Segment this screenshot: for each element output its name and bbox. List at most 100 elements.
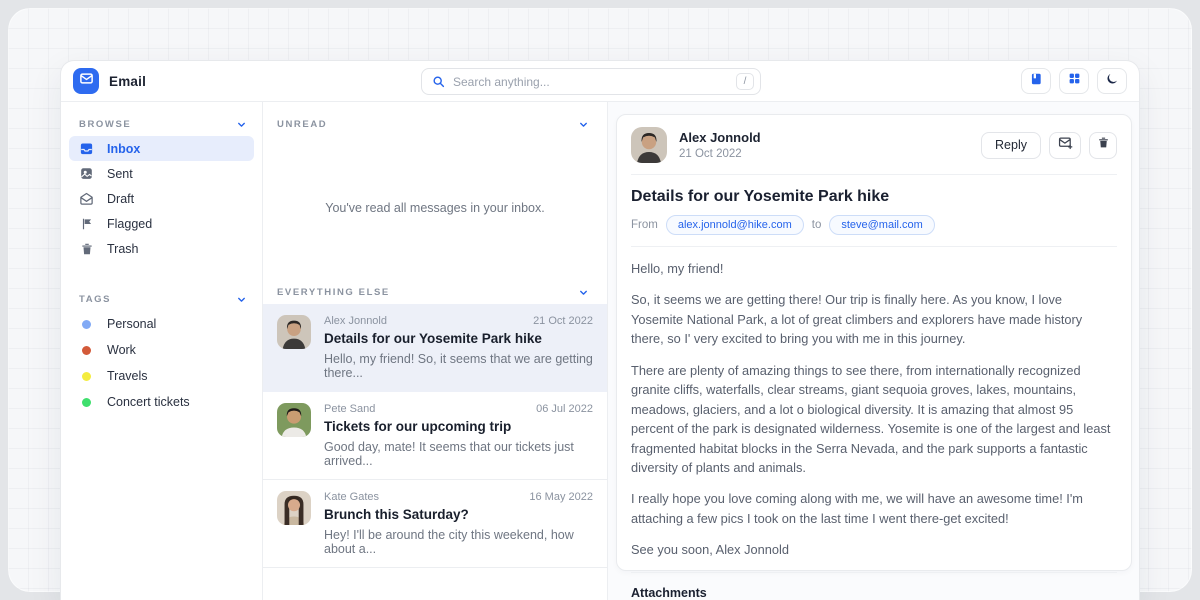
mail-subject: Tickets for our upcoming trip <box>324 419 593 434</box>
everything-else-section-header[interactable]: EVERYTHING ELSE <box>263 280 607 304</box>
from-email-chip[interactable]: alex.jonnold@hike.com <box>666 215 804 235</box>
tag-item-work[interactable]: Work <box>69 337 254 363</box>
moon-icon <box>1105 72 1119 91</box>
mail-date: 06 Jul 2022 <box>536 403 593 415</box>
chevron-down-icon[interactable] <box>236 294 247 305</box>
mail-sender: Alex Jonnold <box>324 315 387 327</box>
detail-header: Alex Jonnold 21 Oct 2022 Reply <box>631 127 1117 163</box>
email-body: Hello, my friend! So, it seems we are ge… <box>631 259 1117 560</box>
mail-list-item-alex[interactable]: Alex Jonnold 21 Oct 2022 Details for our… <box>263 304 607 392</box>
notebook-button[interactable] <box>1021 68 1051 94</box>
tags-section: TAGS Personal Work Travels <box>61 287 262 415</box>
from-to-row: From alex.jonnold@hike.com to steve@mail… <box>631 215 1117 235</box>
divider <box>631 246 1117 247</box>
sidebar-item-label: Inbox <box>107 142 140 156</box>
trash-icon <box>79 241 94 256</box>
trash-icon <box>1097 136 1110 154</box>
chevron-down-icon[interactable] <box>236 119 247 130</box>
app-header: Email / <box>61 61 1139 102</box>
sidebar-item-label: Flagged <box>107 217 152 231</box>
body-paragraph: See you soon, Alex Jonnold <box>631 540 1117 559</box>
envelope-plus-icon <box>1058 135 1073 155</box>
app-title: Email <box>109 74 146 89</box>
unread-empty-message: You've read all messages in your inbox. <box>325 201 544 215</box>
browse-label: BROWSE <box>79 119 131 130</box>
tag-dot-yellow <box>82 372 91 381</box>
flag-icon <box>79 216 94 231</box>
dark-mode-button[interactable] <box>1097 68 1127 94</box>
mail-list-item-pete[interactable]: Pete Sand 06 Jul 2022 Tickets for our up… <box>263 392 607 480</box>
email-logo <box>73 68 99 94</box>
unread-label: UNREAD <box>277 119 327 130</box>
sent-icon <box>79 166 94 181</box>
tag-dot-green <box>82 398 91 407</box>
apps-button[interactable] <box>1059 68 1089 94</box>
sidebar-item-trash[interactable]: Trash <box>69 236 254 261</box>
avatar <box>277 491 311 525</box>
tag-item-label: Personal <box>107 317 156 331</box>
search-shortcut-badge: / <box>736 73 754 90</box>
unread-section-header[interactable]: UNREAD <box>263 112 607 136</box>
mail-sender: Kate Gates <box>324 491 379 503</box>
book-icon <box>1029 72 1043 91</box>
mail-subject: Brunch this Saturday? <box>324 507 593 522</box>
forward-button[interactable] <box>1049 132 1081 159</box>
sidebar: BROWSE Inbox Sent <box>61 102 263 600</box>
grid-icon <box>1068 72 1081 90</box>
tags-section-header[interactable]: TAGS <box>61 287 262 311</box>
body-paragraph: There are plenty of amazing things to se… <box>631 361 1117 478</box>
draft-icon <box>79 191 94 206</box>
tag-item-travels[interactable]: Travels <box>69 363 254 389</box>
tag-item-label: Concert tickets <box>107 395 190 409</box>
mail-list-item-kate[interactable]: Kate Gates 16 May 2022 Brunch this Satur… <box>263 480 607 568</box>
tag-dot-blue <box>82 320 91 329</box>
tag-item-concert-tickets[interactable]: Concert tickets <box>69 389 254 415</box>
mail-detail-card: Alex Jonnold 21 Oct 2022 Reply <box>616 114 1132 571</box>
sidebar-item-flagged[interactable]: Flagged <box>69 211 254 236</box>
body-paragraph: I really hope you love coming along with… <box>631 489 1117 528</box>
search-bar[interactable]: / <box>421 68 761 95</box>
tag-dot-red <box>82 346 91 355</box>
browse-list: Inbox Sent Draft <box>61 136 262 261</box>
tag-item-personal[interactable]: Personal <box>69 311 254 337</box>
search-input[interactable] <box>453 75 736 89</box>
attachments-label: Attachments <box>631 586 1117 600</box>
everything-else-label: EVERYTHING ELSE <box>277 287 390 298</box>
tags-label: TAGS <box>79 294 111 305</box>
sidebar-item-draft[interactable]: Draft <box>69 186 254 211</box>
sidebar-item-label: Draft <box>107 192 134 206</box>
header-actions <box>1021 68 1127 94</box>
unread-empty-state: You've read all messages in your inbox. <box>263 136 607 280</box>
to-label: to <box>812 219 822 231</box>
tag-item-label: Work <box>107 343 136 357</box>
sidebar-item-label: Sent <box>107 167 133 181</box>
envelope-icon <box>79 71 94 91</box>
to-email-chip[interactable]: steve@mail.com <box>829 215 934 235</box>
sidebar-item-inbox[interactable]: Inbox <box>69 136 254 161</box>
detail-actions: Reply <box>981 132 1117 159</box>
reply-button[interactable]: Reply <box>981 132 1041 159</box>
inbox-icon <box>79 141 94 156</box>
detail-date: 21 Oct 2022 <box>679 148 761 160</box>
email-app-window: Email / <box>60 60 1140 600</box>
mail-preview: Hello, my friend! So, it seems that we a… <box>324 352 593 380</box>
sidebar-item-sent[interactable]: Sent <box>69 161 254 186</box>
chevron-down-icon[interactable] <box>578 287 589 298</box>
from-label: From <box>631 219 658 231</box>
avatar <box>277 403 311 437</box>
mail-list-panel: UNREAD You've read all messages in your … <box>263 102 608 600</box>
avatar <box>277 315 311 349</box>
search-icon <box>432 75 445 88</box>
browse-section-header[interactable]: BROWSE <box>61 112 262 136</box>
mail-date: 21 Oct 2022 <box>533 315 593 327</box>
mail-preview: Good day, mate! It seems that our ticket… <box>324 440 593 468</box>
delete-button[interactable] <box>1089 132 1117 159</box>
body-paragraph: So, it seems we are getting there! Our t… <box>631 290 1117 348</box>
chevron-down-icon[interactable] <box>578 119 589 130</box>
detail-sender-name: Alex Jonnold <box>679 130 761 145</box>
mail-sender: Pete Sand <box>324 403 375 415</box>
avatar <box>631 127 667 163</box>
mail-date: 16 May 2022 <box>529 491 593 503</box>
detail-subject: Details for our Yosemite Park hike <box>631 188 1117 206</box>
mail-detail-panel: Alex Jonnold 21 Oct 2022 Reply <box>608 102 1139 600</box>
